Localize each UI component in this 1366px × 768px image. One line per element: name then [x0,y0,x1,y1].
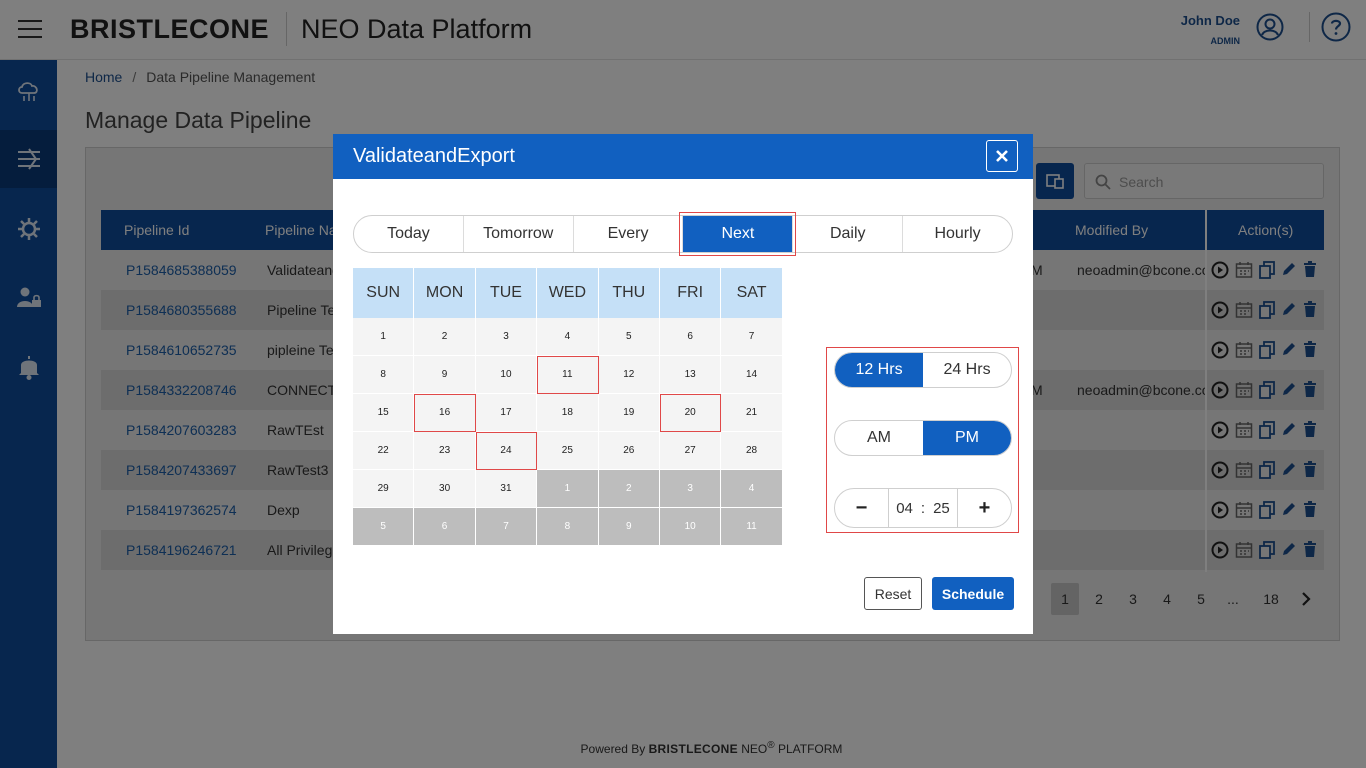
calendar-day[interactable]: 6 [659,318,722,356]
calendar-day[interactable]: 29 [353,470,415,508]
decrement-button[interactable]: − [835,489,888,527]
calendar-weekdays: SUN MON TUE WED THU FRI SAT [353,268,783,318]
tab-next[interactable]: Next [679,212,797,256]
calendar-day[interactable]: 31 [475,470,538,508]
reset-button[interactable]: Reset [864,577,922,610]
close-icon [996,150,1008,162]
hour-format-toggle: 12 Hrs 24 Hrs [834,352,1012,388]
calendar-day[interactable]: 16 [414,394,476,432]
tab-every[interactable]: Every [574,216,684,252]
am-option[interactable]: AM [835,421,923,455]
calendar-day-disabled: 5 [353,508,415,546]
calendar-day[interactable]: 28 [721,432,783,470]
schedule-button[interactable]: Schedule [932,577,1014,610]
calendar-day[interactable]: 12 [598,356,660,394]
calendar-day-disabled: 10 [659,508,722,546]
calendar-day-disabled: 11 [721,508,783,546]
pm-option[interactable]: PM [923,421,1011,455]
calendar-day-disabled: 6 [414,508,476,546]
tab-daily[interactable]: Daily [793,216,904,252]
calendar-day[interactable]: 7 [721,318,783,356]
calendar-day[interactable]: 30 [414,470,476,508]
calendar-day[interactable]: 27 [659,432,722,470]
weekday-label: WED [537,268,599,318]
time-stepper: − 04 : 25 + [834,488,1012,528]
calendar-day[interactable]: 22 [353,432,415,470]
calendar-day[interactable]: 8 [353,356,415,394]
calendar-days: 1 2 3 4 5 6 7 8 9 10 11 12 13 14 15 16 17 18 19 20 21 22 23 24 2… [353,318,783,546]
calendar-day[interactable]: 17 [475,394,538,432]
minute-value[interactable]: 25 [933,500,950,517]
weekday-label: TUE [476,268,538,318]
calendar-day[interactable]: 21 [721,394,783,432]
tab-hourly[interactable]: Hourly [903,216,1012,252]
schedule-type-tabs: Today Tomorrow Every Next Daily Hourly [353,212,1013,256]
calendar-day-disabled: 9 [598,508,660,546]
calendar-day[interactable]: 25 [537,432,599,470]
time-separator: : [920,499,926,517]
time-value[interactable]: 04 : 25 [888,489,958,527]
calendar-day[interactable]: 14 [721,356,783,394]
tab-today[interactable]: Today [354,216,464,252]
weekday-label: MON [414,268,476,318]
calendar-day[interactable]: 9 [414,356,476,394]
tab-tomorrow[interactable]: Tomorrow [464,216,574,252]
calendar-day[interactable]: 4 [537,318,599,356]
am-pm-toggle: AM PM [834,420,1012,456]
calendar-day[interactable]: 1 [353,318,415,356]
calendar-day-disabled: 4 [721,470,783,508]
format-24-option[interactable]: 24 Hrs [923,353,1011,387]
calendar-day[interactable]: 15 [353,394,415,432]
weekday-label: SAT [721,268,783,318]
calendar-day[interactable]: 23 [414,432,476,470]
calendar-day[interactable]: 5 [598,318,660,356]
close-button[interactable] [986,140,1018,172]
calendar-day-disabled: 8 [537,508,599,546]
weekday-label: SUN [353,268,415,318]
calendar-day-disabled: 1 [537,470,599,508]
weekday-label: FRI [660,268,722,318]
weekday-label: THU [599,268,660,318]
calendar-day[interactable]: 2 [414,318,476,356]
calendar-day[interactable]: 26 [598,432,660,470]
calendar-day[interactable]: 18 [537,394,599,432]
modal-header: ValidateandExport [333,134,1033,179]
time-picker: 12 Hrs 24 Hrs AM PM − 04 : 25 + [826,347,1019,533]
calendar-day-disabled: 7 [475,508,538,546]
calendar-day[interactable]: 19 [598,394,660,432]
hour-value[interactable]: 04 [896,500,913,517]
calendar-day-disabled: 2 [598,470,660,508]
modal-title: ValidateandExport [353,145,515,167]
calendar-day-disabled: 3 [659,470,722,508]
calendar-day[interactable]: 24 [475,432,538,470]
calendar-day[interactable]: 10 [475,356,538,394]
calendar-day[interactable]: 3 [475,318,538,356]
calendar-day[interactable]: 13 [659,356,722,394]
calendar-day[interactable]: 11 [537,356,599,394]
calendar-day[interactable]: 20 [659,394,722,432]
format-12-option[interactable]: 12 Hrs [835,353,923,387]
increment-button[interactable]: + [958,489,1011,527]
schedule-modal: ValidateandExport Today Tomorrow Every Next… [333,134,1033,634]
calendar: SUN MON TUE WED THU FRI SAT 1 2 3 4 5 6 7 8 9 10 11 12 13 1… [353,268,783,546]
